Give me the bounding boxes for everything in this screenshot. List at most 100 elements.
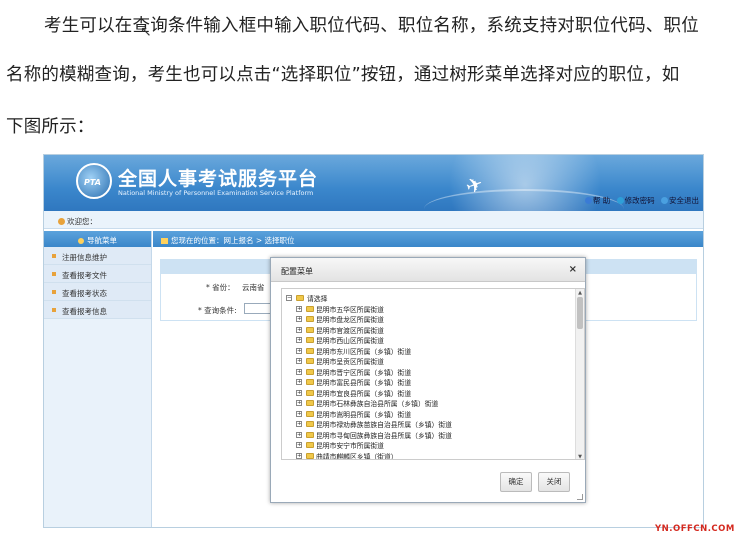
logout-link[interactable]: 安全退出 — [661, 196, 699, 205]
tree-node[interactable]: + 昆明市盘龙区所属街道 — [286, 314, 572, 325]
sidebar-item-info[interactable]: 查看报考信息 — [44, 301, 151, 319]
tree-node-label: 昆明市寻甸回族彝族自治县所属（乡镇）街道 — [316, 431, 452, 440]
folder-icon — [306, 442, 314, 448]
tree-node[interactable]: + 昆明市嵩明县所属（乡镇）街道 — [286, 409, 572, 420]
home-icon — [161, 238, 168, 244]
expand-icon[interactable]: + — [296, 421, 302, 427]
expand-icon[interactable]: + — [296, 368, 302, 375]
expand-icon[interactable]: + — [296, 389, 302, 396]
dialog-header: 配置菜单 × — [271, 258, 585, 282]
expand-icon[interactable]: + — [296, 358, 302, 364]
collapse-icon[interactable]: − — [286, 295, 292, 301]
scroll-up-icon[interactable]: ▲ — [577, 290, 583, 296]
tree-node[interactable]: + 昆明市西山区所属街道 — [286, 335, 572, 346]
tree-node[interactable]: + 昆明市禄劝彝族苗族自治县所属（乡镇）街道 — [286, 419, 572, 430]
province-label: * 省份： — [206, 283, 235, 292]
folder-icon — [306, 389, 314, 396]
change-password-link[interactable]: 修改密码 — [616, 196, 655, 205]
tree-node[interactable]: + 昆明市安宁市所属街道 — [286, 440, 572, 451]
tree-node-label: 昆明市五华区所属街道 — [316, 305, 384, 314]
site-title: 全国人事考试服务平台 — [118, 168, 319, 190]
folder-icon — [306, 431, 314, 438]
user-icon — [58, 218, 65, 225]
tree-node[interactable]: + 昆明市宜良县所属（乡镇）街道 — [286, 388, 572, 399]
tree-node[interactable]: + 昆明市五华区所属街道 — [286, 304, 572, 315]
folder-icon — [306, 305, 314, 312]
help-circle-icon — [616, 197, 624, 204]
tree-node-label: 昆明市东川区所属（乡镇）街道 — [316, 347, 412, 356]
expand-icon[interactable]: + — [296, 452, 302, 459]
lock-icon — [584, 197, 592, 204]
tree-node-label: 昆明市西山区所属街道 — [316, 337, 384, 345]
expand-icon[interactable]: + — [296, 347, 302, 354]
tree-node[interactable]: + 昆明市呈贡区所属街道 — [286, 356, 572, 367]
pta-logo-icon: PTA — [76, 163, 112, 199]
folder-icon — [306, 337, 314, 343]
tree-node[interactable]: + 昆明市晋宁区所属（乡镇）街道 — [286, 367, 572, 378]
resize-grip-icon[interactable] — [577, 494, 583, 500]
query-input[interactable] — [244, 303, 272, 314]
expand-icon[interactable]: + — [296, 305, 302, 312]
expand-icon[interactable]: + — [296, 316, 302, 322]
expand-icon[interactable]: + — [296, 442, 302, 448]
expand-icon[interactable]: + — [296, 410, 302, 417]
folder-icon — [306, 368, 314, 375]
expand-icon[interactable]: + — [296, 326, 302, 333]
close-button[interactable]: 关闭 — [538, 472, 570, 492]
expand-icon[interactable]: + — [296, 431, 302, 438]
tree-node-label: 昆明市富民县所属（乡镇）街道 — [316, 379, 412, 387]
article-line-2: 名称的模糊查询，考生也可以点击“选择职位”按钮，通过树形菜单选择对应的职位，如 — [6, 65, 680, 85]
folder-icon — [306, 421, 314, 427]
expand-icon[interactable]: + — [296, 337, 302, 343]
tree-node[interactable]: + 昆明市官渡区所属街道 — [286, 325, 572, 336]
tree-node[interactable]: + 昆明市寻甸回族彝族自治县所属（乡镇）街道 — [286, 430, 572, 441]
nav-heading: 导航菜单 — [44, 231, 151, 247]
tree-node[interactable]: + 昆明市东川区所属（乡镇）街道 — [286, 346, 572, 357]
folder-icon — [296, 295, 304, 301]
tree-node-label: 昆明市晋宁区所属（乡镇）街道 — [316, 368, 412, 377]
query-label: * 查询条件: — [198, 306, 237, 315]
scroll-down-icon[interactable]: ▼ — [577, 454, 583, 459]
expand-icon[interactable]: + — [296, 400, 302, 406]
expand-icon[interactable]: + — [296, 379, 302, 385]
tree-node[interactable]: + 昆明市富民县所属（乡镇）街道 — [286, 377, 572, 388]
mouse-cursor-icon: ↖ — [140, 24, 152, 40]
site-subtitle: National Ministry of Personnel Examinati… — [118, 189, 314, 197]
sidebar-item-status[interactable]: 查看报考状态 — [44, 283, 151, 301]
dialog-title: 配置菜单 — [281, 267, 313, 276]
position-tree: − 请选择 + 昆明市五华区所属街道 + 昆明市盘龙区所属街道 + 昆明市官渡区所属街道 +… — [286, 293, 572, 460]
top-links: 帮 助 修改密码 安全退出 — [581, 195, 699, 206]
article-line-3: 下图所示： — [6, 117, 95, 137]
help-link[interactable]: 帮 助 — [584, 196, 610, 205]
breadcrumb: 您现在的位置：网上报名 > 选择职位 — [153, 231, 703, 247]
folder-icon — [306, 347, 314, 354]
scroll-thumb[interactable] — [577, 297, 583, 329]
welcome-bar: 欢迎您： — [44, 211, 703, 229]
folder-icon — [306, 326, 314, 333]
watermark: YN.OFFCN.COM — [655, 524, 735, 534]
tree-node[interactable]: + 曲靖市麒麟区乡镇（街道） — [286, 451, 572, 460]
exit-icon — [661, 197, 668, 204]
tree-node-label: 昆明市呈贡区所属街道 — [316, 358, 384, 366]
tree-node-label: 昆明市禄劝彝族苗族自治县所属（乡镇）街道 — [316, 421, 452, 429]
tree-node-label: 昆明市安宁市所属街道 — [316, 442, 384, 450]
tree-node-label: 昆明市嵩明县所属（乡镇）街道 — [316, 410, 412, 419]
nav-icon — [78, 238, 84, 244]
sidebar: 导航菜单 注册信息维护 查看报考文件 查看报考状态 查看报考信息 — [44, 231, 152, 527]
tree-container: − 请选择 + 昆明市五华区所属街道 + 昆明市盘龙区所属街道 + 昆明市官渡区所属街道 +… — [281, 288, 585, 460]
tree-scrollbar[interactable]: ▲ ▼ — [575, 289, 584, 459]
confirm-button[interactable]: 确定 — [500, 472, 532, 492]
sidebar-item-registration[interactable]: 注册信息维护 — [44, 247, 151, 265]
tree-root[interactable]: − 请选择 — [286, 293, 572, 304]
tree-node-label: 曲靖市麒麟区乡镇（街道） — [316, 452, 398, 460]
folder-icon — [306, 410, 314, 417]
tree-node-label: 昆明市官渡区所属街道 — [316, 326, 384, 335]
folder-icon — [306, 358, 314, 364]
sidebar-item-files[interactable]: 查看报考文件 — [44, 265, 151, 283]
province-value: 云南省 — [242, 283, 265, 292]
close-icon[interactable]: × — [569, 264, 577, 275]
tree-node-label: 昆明市盘龙区所属街道 — [316, 316, 384, 324]
tree-node-label: 昆明市宜良县所属（乡镇）街道 — [316, 389, 412, 398]
folder-icon — [306, 400, 314, 406]
tree-node[interactable]: + 昆明市石林彝族自治县所属（乡镇）街道 — [286, 398, 572, 409]
